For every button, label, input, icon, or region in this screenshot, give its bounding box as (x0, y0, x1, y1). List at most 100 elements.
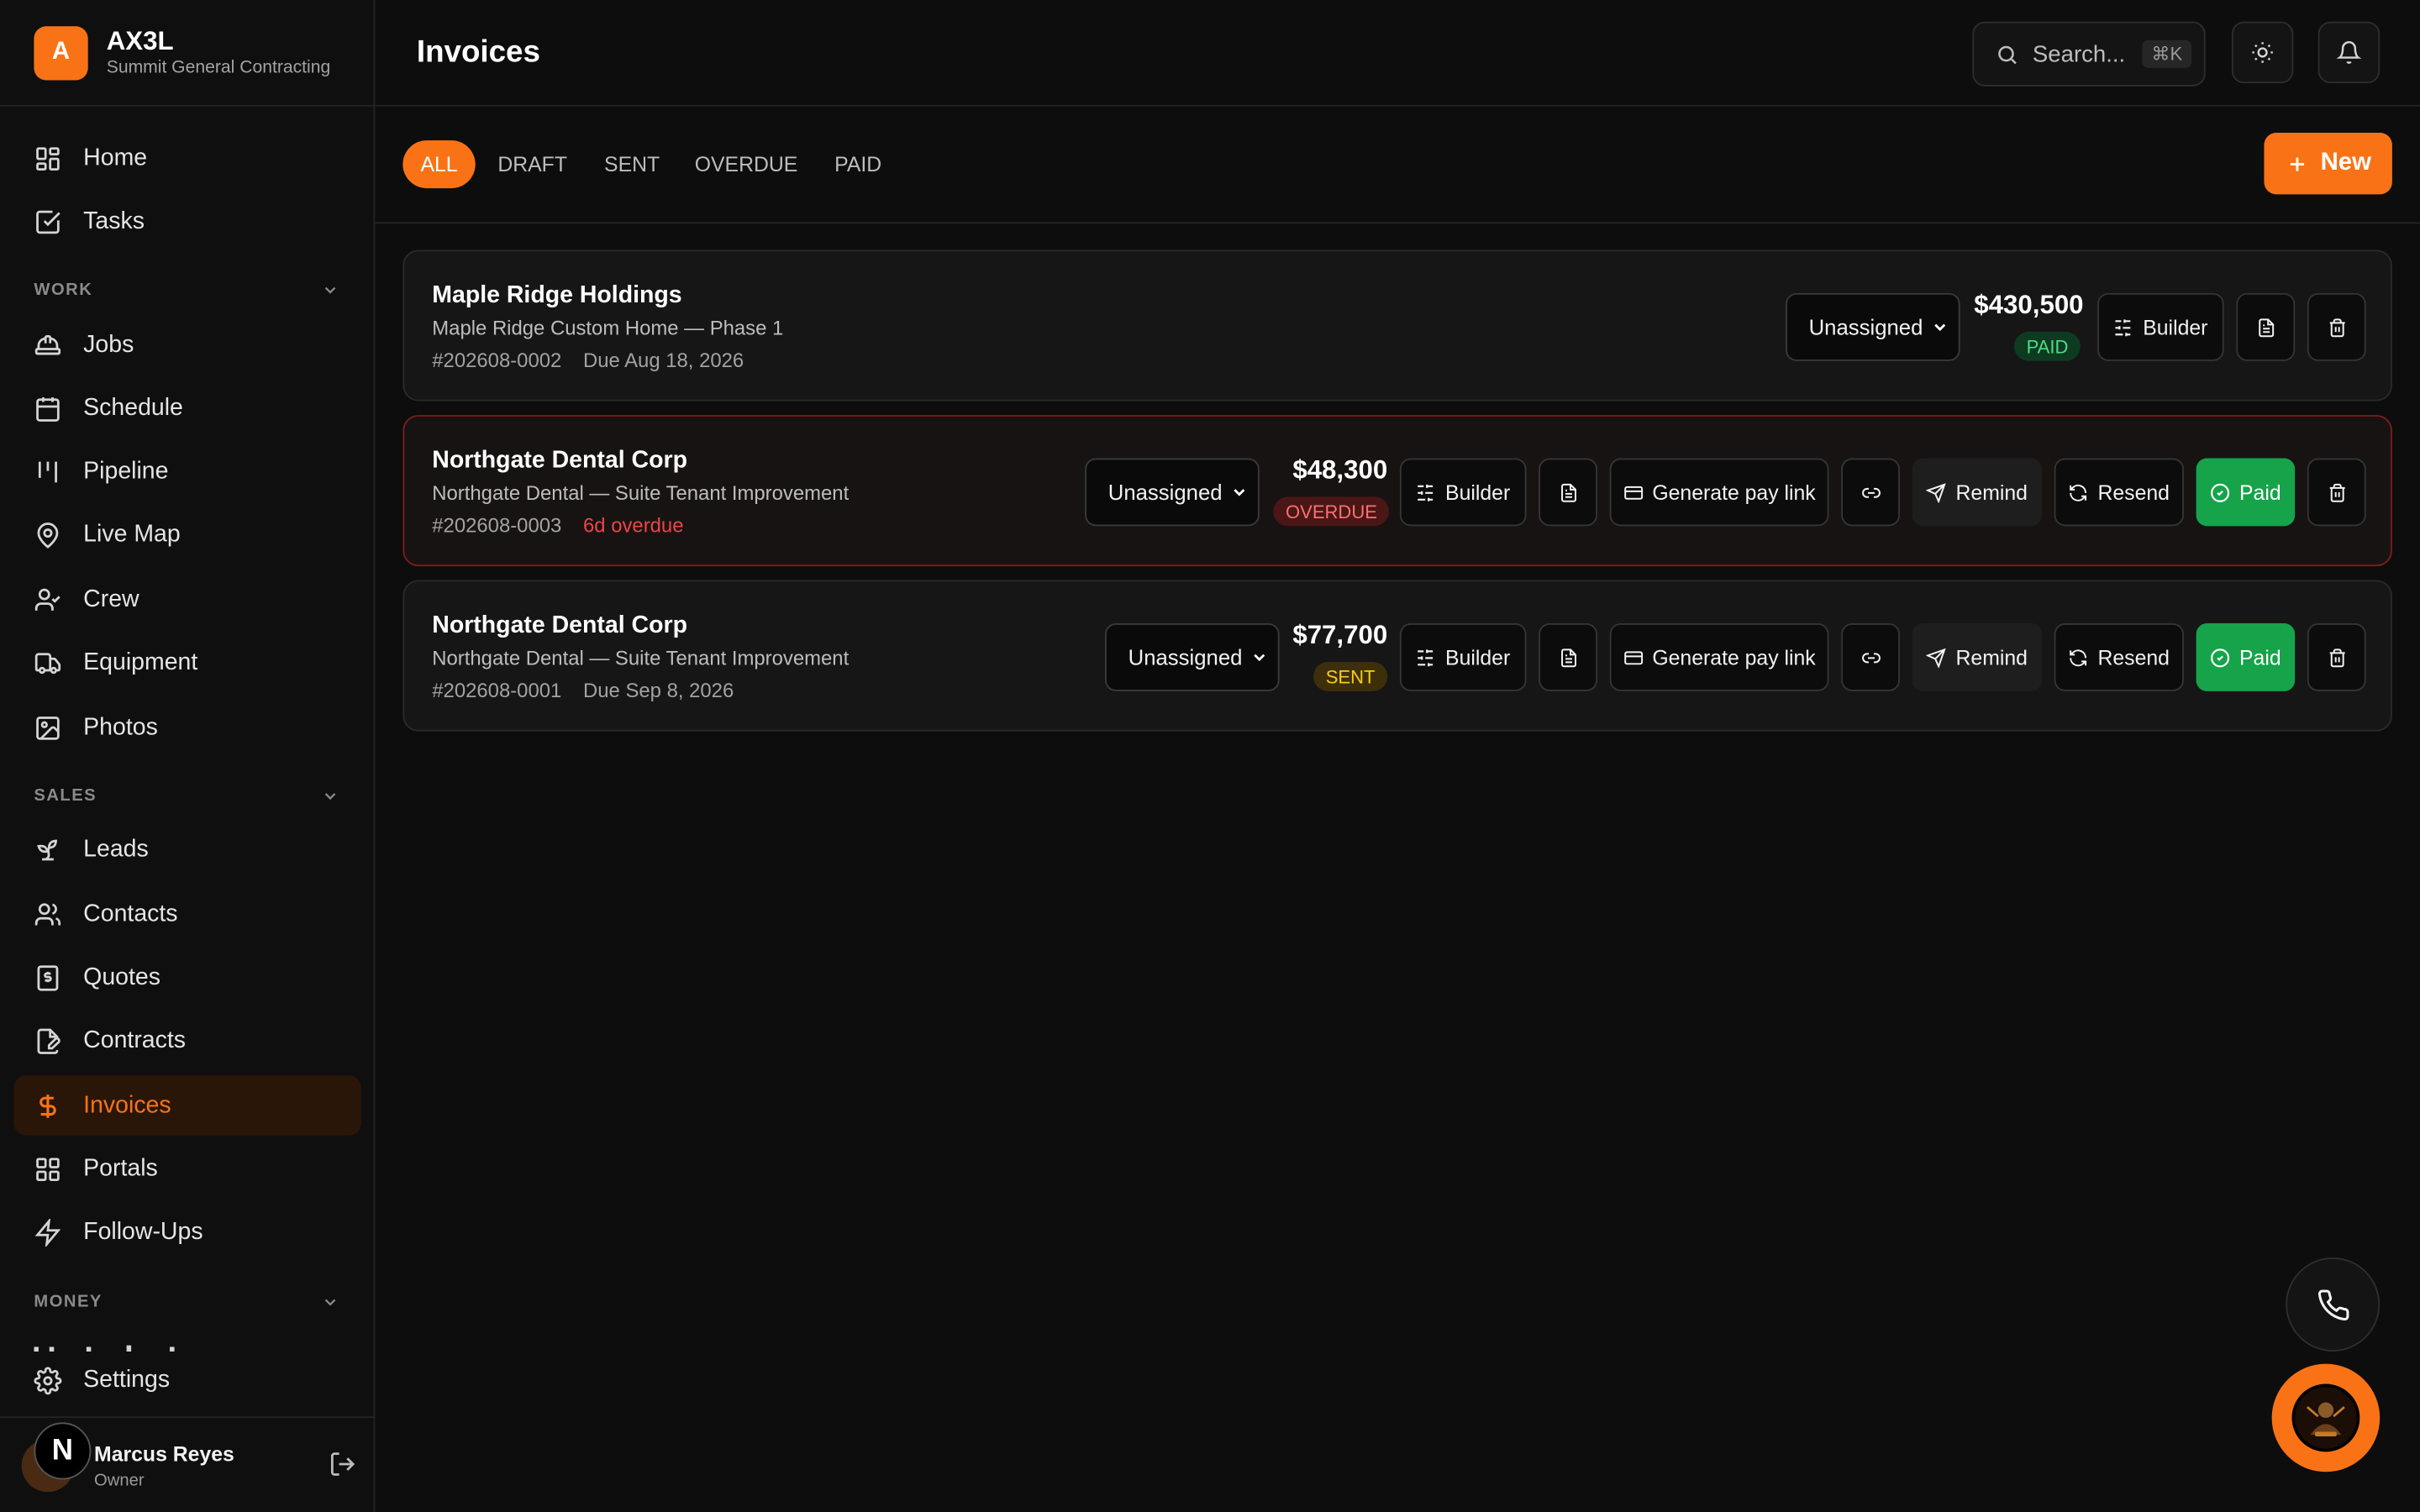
chevron-down-icon (324, 1299, 336, 1306)
nav-photos[interactable]: Photos (14, 697, 361, 758)
resend-button[interactable]: Resend (2054, 458, 2184, 527)
nav-follow-ups[interactable]: Follow-Ups (14, 1202, 361, 1263)
pdf-button[interactable] (1539, 623, 1597, 691)
sprout-icon (37, 838, 58, 860)
search-box[interactable]: Search... ⌘K (1972, 21, 2206, 87)
pdf-button[interactable] (2236, 292, 2296, 361)
nav-tasks[interactable]: Tasks (14, 192, 361, 252)
nav-pipeline-label: Pipeline (83, 457, 169, 484)
tab-draft[interactable]: DRAFT (489, 140, 576, 188)
plus-icon (2290, 156, 2304, 171)
client-name: Maple Ridge Holdings (432, 282, 682, 309)
tab-overdue[interactable]: OVERDUE (690, 140, 802, 188)
nav-crew[interactable]: Crew (14, 570, 361, 630)
grid-icon (36, 146, 60, 171)
ai-assistant-button[interactable] (2271, 1363, 2381, 1473)
bell-icon (2336, 41, 2362, 64)
n-badge[interactable]: N (34, 1422, 92, 1480)
invoice-number: #202608-0002 (432, 349, 562, 372)
pdf-button[interactable] (1539, 458, 1597, 527)
image-icon (36, 716, 60, 739)
send-icon (1926, 647, 1947, 668)
nav-jobs[interactable]: Jobs (14, 315, 361, 375)
section-sales[interactable]: SALES (34, 787, 339, 806)
nav-portals[interactable]: Portals (14, 1138, 361, 1199)
new-invoice-button[interactable]: New (2264, 132, 2392, 195)
resend-button[interactable]: Resend (2054, 623, 2184, 691)
nav-contracts[interactable]: Contracts (14, 1011, 361, 1071)
remind-label: Remind (1955, 480, 2028, 504)
search-icon (1998, 45, 2017, 64)
generate-pay-link-button[interactable]: Generate pay link (1609, 458, 1829, 527)
project-name: Northgate Dental — Suite Tenant Improvem… (432, 646, 850, 670)
tab-paid[interactable]: PAID (824, 140, 892, 188)
copy-link-button[interactable] (1841, 623, 1900, 691)
file-text-icon (2258, 318, 2274, 337)
call-button[interactable] (2286, 1257, 2381, 1352)
mark-paid-button[interactable]: Paid (2196, 623, 2296, 691)
nav-settings[interactable]: Settings (14, 1350, 361, 1410)
builder-button[interactable]: Builder (2097, 292, 2224, 361)
nav-contacts[interactable]: Contacts (14, 884, 361, 944)
section-sales-label: SALES (34, 786, 97, 806)
remind-button[interactable]: Remind (1912, 623, 2042, 691)
logout-icon[interactable] (329, 1450, 356, 1478)
brand[interactable]: A AX3L Summit General Contracting (0, 0, 374, 107)
due-date: Due Aug 18, 2026 (583, 349, 744, 372)
nav-invoices-label: Invoices (83, 1091, 171, 1118)
section-money[interactable]: MONEY (34, 1293, 339, 1311)
notifications-button[interactable] (2317, 21, 2381, 84)
delete-button[interactable] (2307, 292, 2366, 361)
nav-contracts-label: Contracts (83, 1026, 187, 1053)
sliders-icon (2116, 318, 2132, 336)
remind-button[interactable]: Remind (1912, 458, 2042, 527)
search-shortcut: ⌘K (2142, 39, 2192, 68)
sliders-icon (1418, 483, 1434, 501)
tab-sent[interactable]: SENT (596, 140, 668, 188)
nav-follow-ups-label: Follow-Ups (83, 1218, 203, 1245)
checkbox-icon (36, 209, 60, 234)
nav-crew-label: Crew (83, 585, 139, 612)
nav-equipment[interactable]: Equipment (14, 633, 361, 693)
chevron-down-icon (324, 793, 336, 801)
theme-toggle-button[interactable] (2231, 21, 2294, 84)
builder-button[interactable]: Builder (1399, 623, 1527, 691)
nav-portals-label: Portals (83, 1154, 158, 1181)
new-button-label: New (2320, 150, 2372, 176)
invoice-card[interactable]: Northgate Dental Corp Northgate Dental —… (402, 415, 2392, 567)
nav-live-map[interactable]: Live Map (14, 505, 361, 565)
dollar-sign-icon (39, 1094, 56, 1117)
builder-button[interactable]: Builder (1399, 458, 1527, 527)
nav-settings-label: Settings (83, 1366, 171, 1393)
invoice-card[interactable]: Northgate Dental Corp Northgate Dental —… (402, 580, 2392, 732)
invoice-meta: #202608-0002 Due Aug 18, 2026 (432, 349, 744, 372)
invoice-card[interactable]: Maple Ridge Holdings Maple Ridge Custom … (402, 249, 2392, 402)
delete-button[interactable] (2307, 458, 2366, 527)
delete-button[interactable] (2307, 623, 2366, 691)
invoice-number: #202608-0001 (432, 679, 562, 702)
paid-label: Paid (2239, 480, 2281, 504)
section-work[interactable]: WORK (34, 281, 339, 299)
nav-schedule[interactable]: Schedule (14, 378, 361, 438)
sun-icon (2252, 42, 2273, 63)
receipt-icon (37, 964, 59, 990)
refresh-icon (2070, 648, 2087, 666)
page-title: Invoices (416, 35, 540, 70)
refresh-icon (2070, 483, 2087, 501)
link-icon (1861, 486, 1880, 497)
nav-pipeline[interactable]: Pipeline (14, 441, 361, 501)
copy-link-button[interactable] (1841, 458, 1900, 527)
nav-leads[interactable]: Leads (14, 819, 361, 879)
app-root: A AX3L Summit General Contracting Home T… (0, 0, 2420, 1512)
hard-hat-icon (34, 334, 61, 354)
tab-all[interactable]: ALL (402, 140, 476, 189)
trash-icon (2328, 648, 2344, 667)
calendar-icon (36, 396, 60, 421)
nav-quotes[interactable]: Quotes (14, 948, 361, 1008)
generate-pay-link-button[interactable]: Generate pay link (1609, 623, 1829, 691)
overdue-notice: 6d overdue (583, 513, 684, 538)
nav-home[interactable]: Home (14, 128, 361, 188)
brand-logo: A (34, 25, 88, 80)
mark-paid-button[interactable]: Paid (2196, 458, 2296, 527)
nav-invoices[interactable]: Invoices (13, 1075, 361, 1136)
